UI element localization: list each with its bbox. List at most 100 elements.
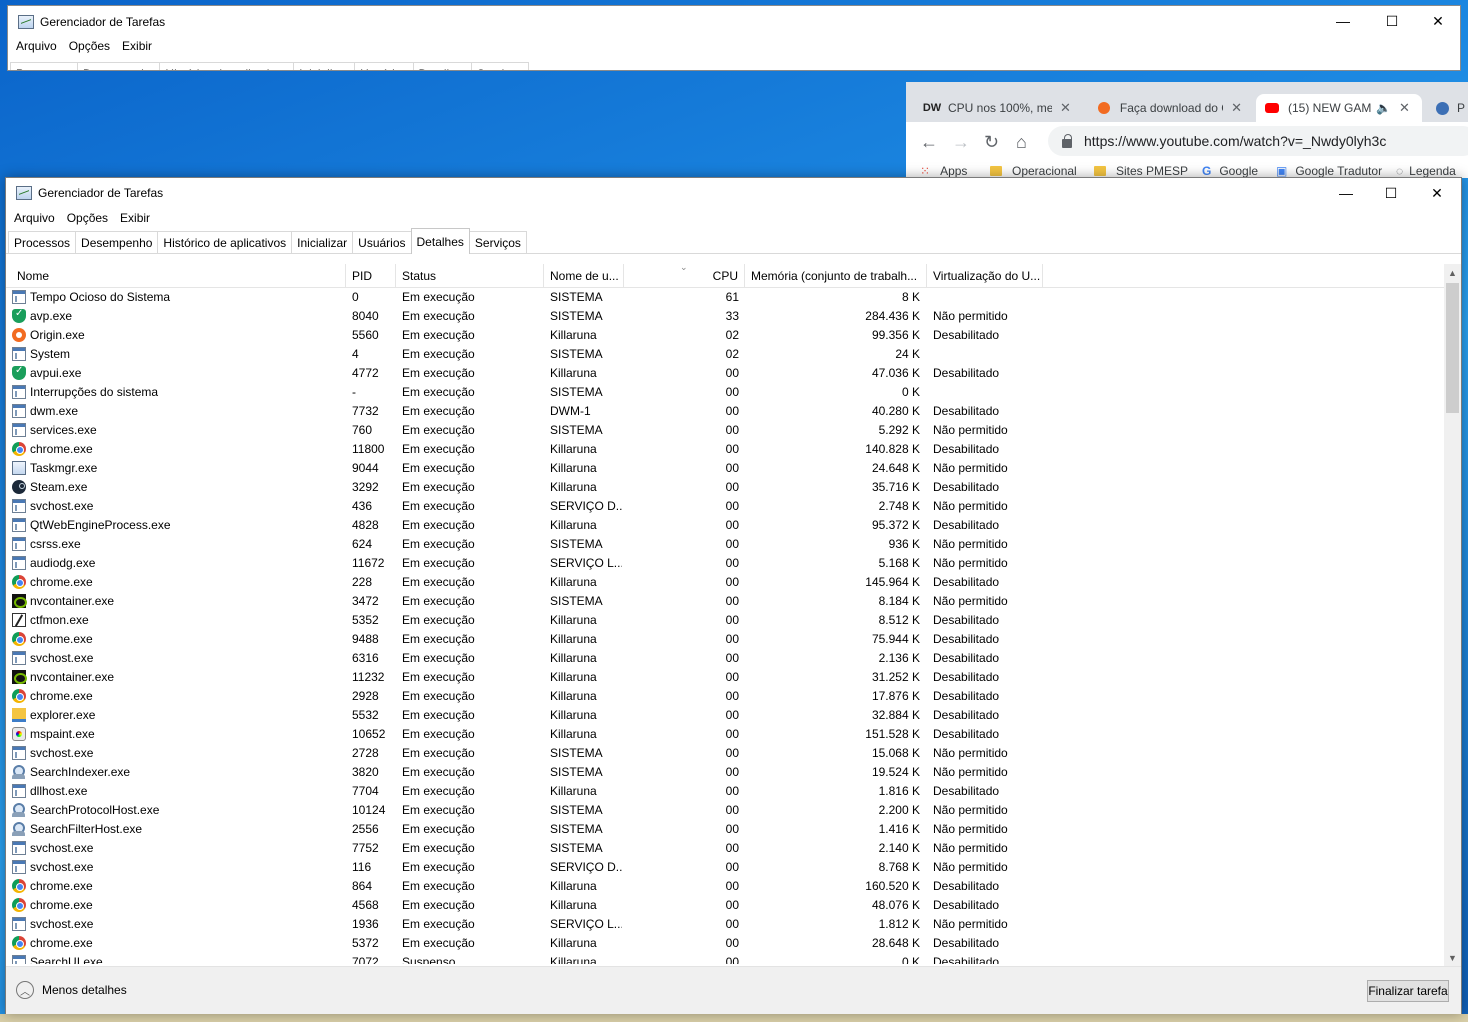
table-row[interactable]: chrome.exe 9488 Em execução Killaruna 00 75.9… [6, 630, 1446, 649]
minimize-button[interactable]: — [1323, 178, 1369, 208]
column-header-user[interactable]: Nome de u... [544, 264, 624, 288]
bg-maximize-button[interactable]: ☐ [1369, 6, 1415, 36]
titlebar[interactable]: Gerenciador de Tarefas — ☐ ✕ [6, 178, 1461, 208]
bookmark-apps[interactable]: ⁙ Apps [920, 164, 967, 178]
table-row[interactable]: Taskmgr.exe 9044 Em execução Killaruna 00 24.… [6, 459, 1446, 478]
tab-usuarios[interactable]: Usuários [352, 231, 412, 253]
table-row[interactable]: svchost.exe 7752 Em execução SISTEMA 00 2.140… [6, 839, 1446, 858]
browser-tab-1[interactable]: DW CPU nos 100%, mes ✕ [916, 94, 1084, 122]
scroll-down-arrow-icon[interactable]: ▼ [1444, 949, 1461, 966]
browser-window[interactable]: DW CPU nos 100%, mes ✕ Faça download do … [906, 82, 1468, 178]
close-button[interactable]: ✕ [1414, 178, 1460, 208]
table-row[interactable]: explorer.exe 5532 Em execução Killaruna 00 32… [6, 706, 1446, 725]
column-header-name[interactable]: Nome [11, 264, 346, 288]
bg-menu-opcoes[interactable]: Opções [63, 39, 116, 53]
vertical-scrollbar[interactable]: ▲ ▼ [1444, 264, 1461, 966]
tab-historico-de-aplicativos[interactable]: Histórico de aplicativos [157, 231, 293, 253]
table-row[interactable]: svchost.exe 2728 Em execução SISTEMA 00 15.06… [6, 744, 1446, 763]
bg-titlebar[interactable]: Gerenciador de Tarefas — ☐ ✕ [8, 6, 1460, 38]
table-row[interactable]: chrome.exe 11800 Em execução Killaruna 00 140… [6, 440, 1446, 459]
table-row[interactable]: System 4 Em execução SISTEMA 02 24 K [6, 345, 1446, 364]
table-row[interactable]: svchost.exe 436 Em execução SERVIÇO D... 00 2… [6, 497, 1446, 516]
bookmark-google[interactable]: G Google [1202, 164, 1258, 178]
table-row[interactable]: csrss.exe 624 Em execução SISTEMA 00 936 K Não… [6, 535, 1446, 554]
column-header-cpu[interactable]: CPU [624, 264, 745, 288]
menu-arquivo[interactable]: Arquivo [8, 211, 61, 225]
close-icon[interactable]: ✕ [1399, 100, 1410, 116]
less-details-button[interactable]: ︿ Menos detalhes [16, 981, 127, 999]
bookmark-sites-pmesp[interactable]: Sites PMESP [1094, 164, 1188, 178]
table-row[interactable]: svchost.exe 116 Em execução SERVIÇO D... 00 8… [6, 858, 1446, 877]
bookmark-operacional[interactable]: Operacional [990, 164, 1077, 178]
bg-tab-detalhes[interactable]: Detalhes [412, 62, 472, 70]
table-row[interactable]: svchost.exe 6316 Em execução Killaruna 00 2.1… [6, 649, 1446, 668]
table-row[interactable]: dwm.exe 7732 Em execução DWM-1 00 40.280 K Des… [6, 402, 1446, 421]
task-manager-window[interactable]: Gerenciador de Tarefas — ☐ ✕ Arquivo Opç… [5, 177, 1462, 1014]
column-header-status[interactable]: Status [396, 264, 544, 288]
bg-tab-inicializar[interactable]: Inicializar [293, 62, 356, 70]
table-row[interactable]: chrome.exe 2928 Em execução Killaruna 00 17.8… [6, 687, 1446, 706]
browser-tab-3-active[interactable]: (15) NEW GAMI 🔈 ✕ [1256, 94, 1422, 122]
cell-name: Tempo Ocioso do Sistema [30, 290, 171, 304]
menu-exibir[interactable]: Exibir [114, 211, 156, 225]
tab-detalhes[interactable]: Detalhes [410, 228, 470, 254]
browser-tab-2[interactable]: Faça download do C ✕ [1088, 94, 1250, 122]
table-row[interactable]: SearchProtocolHost.exe 10124 Em execução SI… [6, 801, 1446, 820]
bg-tab-historico[interactable]: Histórico de aplicativos [159, 62, 295, 70]
table-row[interactable]: ctfmon.exe 5352 Em execução Killaruna 00 8.51… [6, 611, 1446, 630]
table-row[interactable]: Interrupções do sistema - Em execução SISTE… [6, 383, 1446, 402]
column-header-virtualization[interactable]: Virtualização do U... [927, 264, 1043, 288]
bg-menu-arquivo[interactable]: Arquivo [10, 39, 63, 53]
table-row[interactable]: SearchUI.exe 7072 Suspenso Killaruna 00 0 K De… [6, 953, 1446, 964]
table-row[interactable]: avp.exe 8040 Em execução SISTEMA 33 284.436 K… [6, 307, 1446, 326]
tab-servicos[interactable]: Serviços [468, 231, 527, 253]
reload-icon[interactable]: ↻ [984, 132, 999, 153]
bg-tab-desempenho[interactable]: Desempenho [77, 62, 161, 70]
address-bar[interactable]: https://www.youtube.com/watch?v=_Nwdy0ly… [1048, 126, 1468, 156]
end-task-button[interactable]: Finalizar tarefa [1367, 980, 1449, 1002]
table-row[interactable]: chrome.exe 864 Em execução Killaruna 00 160.5… [6, 877, 1446, 896]
bg-tab-usuarios[interactable]: Usuários [354, 62, 414, 70]
maximize-button[interactable]: ☐ [1368, 178, 1414, 208]
tab-inicializar[interactable]: Inicializar [291, 231, 354, 253]
table-row[interactable]: mspaint.exe 10652 Em execução Killaruna 00 15… [6, 725, 1446, 744]
tab-processos[interactable]: Processos [8, 231, 77, 253]
bookmark-google-tradutor[interactable]: ▣ Google Tradutor [1276, 164, 1382, 178]
scroll-thumb[interactable] [1446, 283, 1459, 413]
table-row[interactable]: SearchFilterHost.exe 2556 Em execução SISTE… [6, 820, 1446, 839]
bg-close-button[interactable]: ✕ [1415, 6, 1460, 36]
close-icon[interactable]: ✕ [1060, 100, 1071, 116]
close-icon[interactable]: ✕ [1231, 100, 1242, 116]
table-row[interactable]: Tempo Ocioso do Sistema 0 Em execução SISTE… [6, 288, 1446, 307]
table-row[interactable]: chrome.exe 228 Em execução Killaruna 00 145.9… [6, 573, 1446, 592]
speaker-icon[interactable]: 🔈 [1376, 101, 1391, 115]
menu-opcoes[interactable]: Opções [61, 211, 114, 225]
scroll-up-arrow-icon[interactable]: ▲ [1444, 264, 1461, 281]
column-header-pid[interactable]: PID [346, 264, 396, 288]
table-row[interactable]: svchost.exe 1936 Em execução SERVIÇO L... 00… [6, 915, 1446, 934]
column-header-memory[interactable]: Memória (conjunto de trabalh... [745, 264, 927, 288]
background-task-manager-window[interactable]: Gerenciador de Tarefas — ☐ ✕ Arquivo Opç… [7, 5, 1461, 71]
table-row[interactable]: SearchIndexer.exe 3820 Em execução SISTEMA 0… [6, 763, 1446, 782]
bg-tab-processos[interactable]: Processos [10, 62, 79, 70]
table-row[interactable]: dllhost.exe 7704 Em execução Killaruna 00 1.8… [6, 782, 1446, 801]
table-row[interactable]: nvcontainer.exe 11232 Em execução Killaruna… [6, 668, 1446, 687]
home-icon[interactable]: ⌂ [1016, 132, 1027, 153]
table-row[interactable]: nvcontainer.exe 3472 Em execução SISTEMA 00 8… [6, 592, 1446, 611]
table-row[interactable]: services.exe 760 Em execução SISTEMA 00 5.292… [6, 421, 1446, 440]
forward-arrow-icon[interactable]: → [952, 132, 970, 153]
bg-tab-servicos[interactable]: Serviços [470, 62, 529, 70]
tab-desempenho[interactable]: Desempenho [75, 231, 159, 253]
table-row[interactable]: avpui.exe 4772 Em execução Killaruna 00 47.03… [6, 364, 1446, 383]
browser-tab-4[interactable]: P [1428, 94, 1468, 122]
table-row[interactable]: Steam.exe 3292 Em execução Killaruna 00 35.71… [6, 478, 1446, 497]
table-row[interactable]: audiodg.exe 11672 Em execução SERVIÇO L... 0… [6, 554, 1446, 573]
back-arrow-icon[interactable]: ← [920, 132, 938, 153]
bookmark-legenda[interactable]: ◌ Legenda [1396, 164, 1456, 178]
table-row[interactable]: chrome.exe 5372 Em execução Killaruna 00 28.6… [6, 934, 1446, 953]
bg-minimize-button[interactable]: — [1320, 6, 1366, 36]
table-row[interactable]: QtWebEngineProcess.exe 4828 Em execução Kil… [6, 516, 1446, 535]
table-row[interactable]: Origin.exe 5560 Em execução Killaruna 02 99.3… [6, 326, 1446, 345]
bg-menu-exibir[interactable]: Exibir [116, 39, 158, 53]
table-row[interactable]: chrome.exe 4568 Em execução Killaruna 00 48.0… [6, 896, 1446, 915]
